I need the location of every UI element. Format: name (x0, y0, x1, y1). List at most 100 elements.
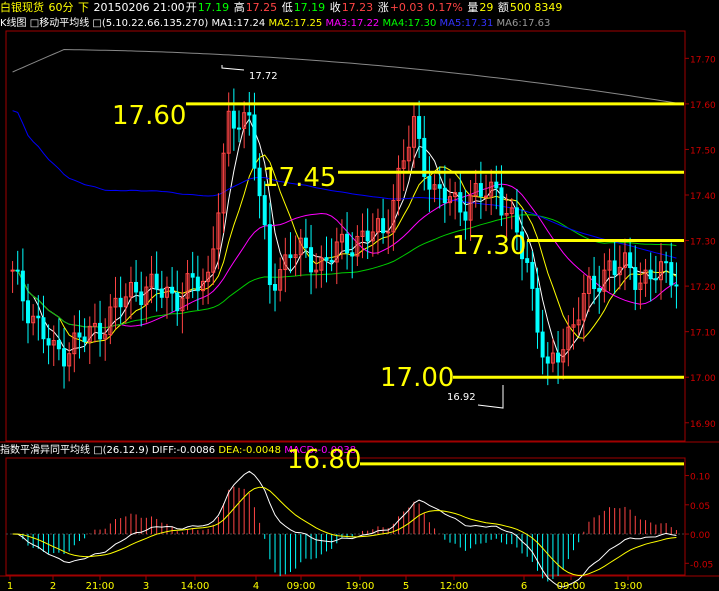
trough-label: 16.92 (447, 392, 476, 403)
candle-body (247, 112, 252, 116)
sub-y-tick-label: 0.10 (690, 473, 710, 483)
candle-body (463, 211, 468, 221)
candle-body (20, 270, 25, 302)
candle-body (499, 187, 504, 216)
candle-body (458, 192, 463, 213)
y-tick-label: 17.50 (690, 146, 716, 156)
y-tick-label: 17.70 (690, 55, 716, 65)
candle-body (262, 195, 267, 226)
candle-body (664, 261, 669, 264)
sub-y-tick-label: -0.05 (690, 560, 713, 570)
y-axis-ticks: 17.70 17.60 17.50 17.40 17.30 17.20 17.10 17.00… (685, 55, 716, 570)
candle-body (597, 288, 602, 292)
diff-line (12, 470, 677, 588)
candle-body (98, 322, 103, 340)
candle-body (545, 356, 550, 364)
candle-body (231, 110, 236, 129)
candle-body (535, 287, 540, 333)
candle-body (478, 183, 483, 197)
candle-body (309, 247, 314, 273)
candle-body (46, 338, 51, 346)
candle-body (442, 187, 447, 204)
y-tick-label: 17.10 (690, 329, 716, 339)
candle-body (134, 281, 139, 293)
y-tick-label: 17.00 (690, 374, 716, 384)
candle-body (427, 175, 432, 190)
x-tick-label: 6 (521, 581, 527, 591)
candle-body (118, 297, 123, 308)
candle-body (345, 233, 350, 254)
candle-body (159, 288, 164, 298)
candle-body (350, 252, 355, 257)
candle-body (190, 273, 195, 278)
dea-line (12, 486, 677, 577)
x-tick-label: 09:00 (557, 581, 586, 591)
candle-body (195, 276, 200, 292)
candle-body (41, 317, 46, 340)
sub-y-tick-label: 0.05 (690, 502, 710, 512)
x-axis-ticks: 1 2 21:00 3 14:00 4 09:00 19:00 5 12:00 6 09:00 19:0… (7, 576, 643, 591)
level-label-1730: 17.30 (452, 231, 527, 261)
y-tick-label: 17.30 (690, 238, 716, 248)
candles (10, 88, 679, 389)
level-label-1700: 17.00 (380, 363, 455, 393)
ma-line (12, 48, 677, 104)
y-tick-label: 17.60 (690, 101, 716, 111)
x-tick-label: 14:00 (181, 581, 210, 591)
candle-body (592, 275, 597, 290)
candle-body (437, 184, 442, 189)
ma-line (12, 183, 677, 329)
candle-body (648, 269, 653, 280)
candle-body (237, 127, 242, 130)
candle-body (288, 254, 293, 259)
candle-body (324, 257, 329, 261)
candle-body (612, 260, 617, 276)
x-tick-label: 2 (50, 581, 56, 591)
x-tick-label: 21:00 (86, 581, 115, 591)
y-tick-label: 16.90 (690, 420, 716, 430)
candle-body (154, 273, 159, 290)
candle-body (329, 259, 334, 263)
candle-body (514, 207, 519, 233)
candle-body (386, 231, 391, 234)
candle-body (62, 348, 67, 367)
trough-marker (477, 385, 504, 409)
candle-body (381, 218, 386, 234)
macd-layer (6, 470, 685, 588)
x-tick-label: 1 (7, 581, 13, 591)
x-tick-label: 4 (253, 581, 259, 591)
candle-body (556, 352, 561, 363)
candle-body (633, 267, 638, 290)
candle-body (175, 292, 180, 312)
candle-body (56, 340, 61, 350)
peak-label: 17.72 (249, 71, 278, 82)
level-label-1745: 17.45 (262, 163, 337, 193)
candle-body (26, 300, 31, 324)
x-tick-label: 12:00 (440, 581, 469, 591)
candle-body (82, 336, 87, 343)
candle-body (15, 269, 20, 272)
candle-body (653, 278, 658, 281)
x-tick-label: 19:00 (346, 581, 375, 591)
x-tick-label: 09:00 (287, 581, 316, 591)
x-tick-label: 3 (143, 581, 149, 591)
candle-body (303, 237, 308, 249)
chart-window: 白银现货 60分 下 20150206 21:00开17.19 高17.25 低… (0, 0, 719, 591)
peak-marker (221, 65, 245, 71)
candle-body (540, 331, 545, 358)
candle-body (257, 167, 262, 197)
candle-body (273, 284, 278, 291)
x-tick-label: 5 (403, 581, 409, 591)
candle-body (484, 195, 489, 198)
level-label-1760: 17.60 (112, 101, 187, 131)
x-tick-label: 19:00 (614, 581, 643, 591)
candle-body (628, 252, 633, 269)
candle-body (494, 181, 499, 189)
candle-body (170, 286, 175, 294)
candle-body (36, 315, 41, 319)
chart-canvas[interactable]: 17.70 17.60 17.50 17.40 17.30 17.20 17.10 17.00… (0, 0, 719, 591)
level-label-1680: 16.80 (287, 445, 362, 475)
candle-body (365, 230, 370, 242)
candle-body (10, 269, 15, 272)
sub-panel-frame (5, 457, 686, 576)
